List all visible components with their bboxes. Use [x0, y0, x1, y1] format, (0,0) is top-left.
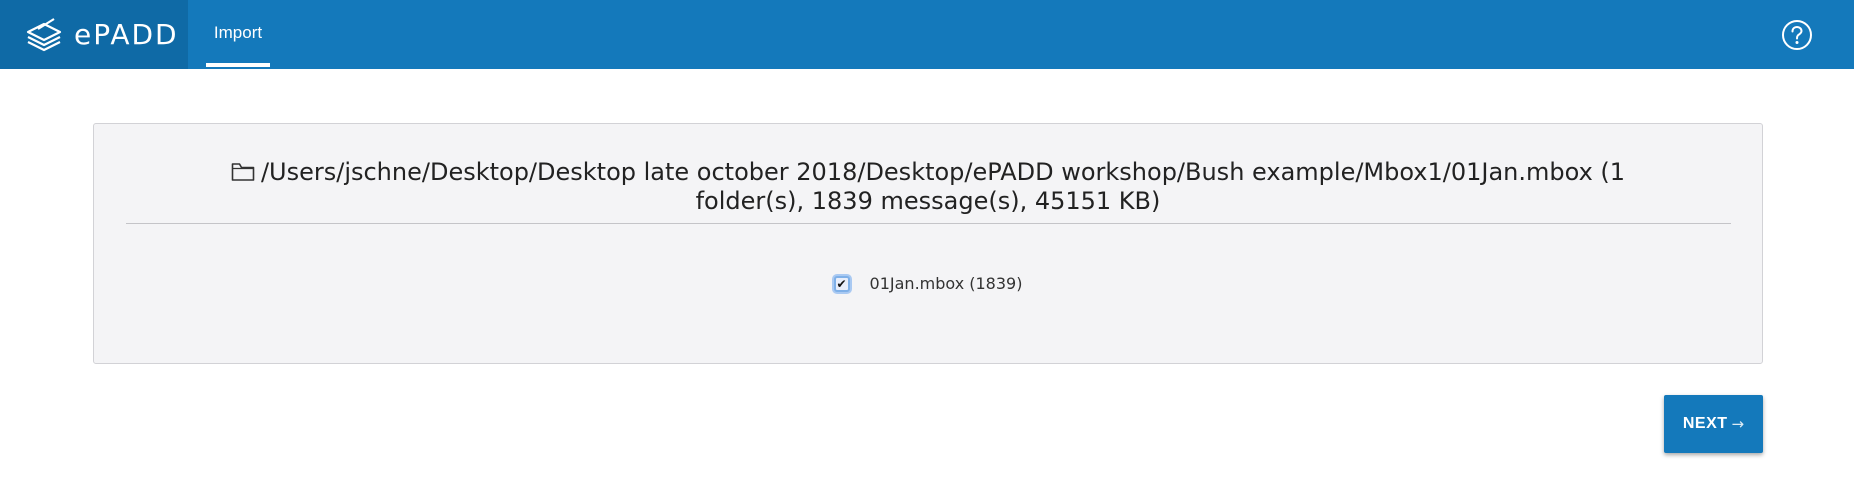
next-button-label: NEXT: [1682, 415, 1728, 432]
active-tab-indicator: [206, 63, 270, 67]
folder-label: 01Jan.mbox (1839): [869, 274, 1023, 293]
tab-import[interactable]: Import: [206, 0, 270, 69]
checkmark-icon: ✔: [836, 276, 847, 291]
stacked-layers-logo-icon: [26, 17, 62, 51]
panel-title: /Users/jschne/Desktop/Desktop late octob…: [94, 158, 1762, 216]
tab-import-label: Import: [213, 22, 263, 42]
top-navigation-bar: ePADD Import: [0, 0, 1854, 69]
folder-icon: [231, 163, 255, 181]
next-button[interactable]: NEXT →: [1664, 395, 1763, 453]
help-circle-icon[interactable]: [1781, 19, 1813, 51]
brand-name: ePADD: [74, 18, 179, 51]
brand-logo[interactable]: ePADD: [0, 0, 188, 69]
folder-list-item: ✔ 01Jan.mbox (1839): [94, 274, 1762, 293]
mbox-path-summary: /Users/jschne/Desktop/Desktop late octob…: [260, 158, 1626, 215]
folder-selection-panel: /Users/jschne/Desktop/Desktop late octob…: [93, 123, 1763, 364]
folder-checkbox[interactable]: ✔: [833, 275, 850, 292]
divider: [126, 223, 1731, 224]
arrow-right-icon: →: [1731, 415, 1745, 433]
